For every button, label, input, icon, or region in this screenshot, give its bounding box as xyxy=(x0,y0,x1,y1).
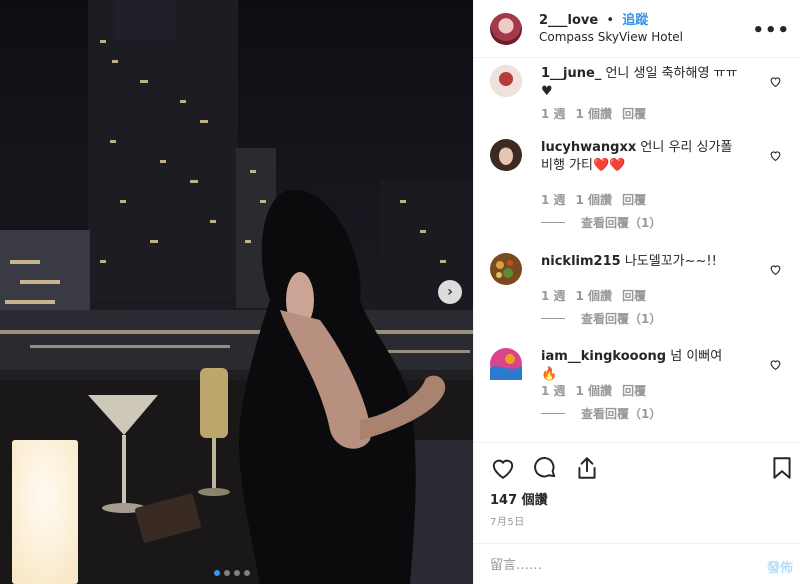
view-replies-button[interactable]: 查看回覆（1） xyxy=(541,214,661,231)
reply-button[interactable]: 回覆 xyxy=(622,105,646,122)
reply-button[interactable]: 回覆 xyxy=(622,382,646,399)
comment-meta: 1 週 1 個讚 回覆 xyxy=(541,287,646,304)
chevron-right-icon: › xyxy=(447,284,453,300)
location-link[interactable]: Compass SkyView Hotel xyxy=(539,29,683,46)
post-actions: 147 個讚 7月5日 發佈 xyxy=(474,442,800,584)
commenter-avatar[interactable] xyxy=(490,348,522,380)
view-replies-label[interactable]: 查看回覆（1） xyxy=(581,214,661,231)
author-info: 2___love • 追蹤 Compass SkyView Hotel xyxy=(539,12,683,46)
comment-likes[interactable]: 1 個讚 xyxy=(576,382,613,399)
share-upload-icon[interactable] xyxy=(574,455,600,481)
comment-text: 1__june_ 언니 생일 축하해영 ㅠㅠ♥ xyxy=(541,65,741,101)
replies-divider-line xyxy=(541,222,565,223)
comment-input[interactable] xyxy=(490,554,730,576)
separator-dot: • xyxy=(606,12,615,28)
carousel-dot xyxy=(224,570,230,576)
next-photo-button[interactable]: › xyxy=(438,280,462,304)
comments-list: 1__june_ 언니 생일 축하해영 ㅠㅠ♥ 1 週 1 個讚 回覆 lucy… xyxy=(474,59,800,442)
carousel-dot xyxy=(244,570,250,576)
comment-likes[interactable]: 1 個讚 xyxy=(576,287,613,304)
like-heart-icon[interactable] xyxy=(490,455,516,481)
comment-text: lucyhwangxx 언니 우리 싱가폴비행 가티❤️❤️ xyxy=(541,139,741,175)
comment-meta: 1 週 1 個讚 回覆 xyxy=(541,191,646,208)
commenter-username[interactable]: nicklim215 xyxy=(541,254,621,269)
comment-bubble-icon[interactable] xyxy=(532,455,558,481)
like-comment-heart-icon[interactable] xyxy=(769,358,782,371)
commenter-username[interactable]: iam__kingkooong xyxy=(541,349,666,364)
instagram-post-viewer: › 2___love • 追蹤 Compass SkyView Hotel ••… xyxy=(0,0,800,584)
author-username[interactable]: 2___love xyxy=(539,13,598,28)
more-options-icon[interactable]: ••• xyxy=(752,20,790,41)
post-date: 7月5日 xyxy=(490,517,525,528)
commenter-username[interactable]: lucyhwangxx xyxy=(541,140,636,155)
likes-count[interactable]: 147 個讚 xyxy=(490,489,548,508)
action-icons xyxy=(490,455,600,481)
carousel-dot xyxy=(234,570,240,576)
post-photo[interactable]: › xyxy=(0,0,473,584)
like-comment-heart-icon[interactable] xyxy=(769,75,782,88)
view-replies-button[interactable]: 查看回覆（1） xyxy=(541,405,661,422)
comment-time: 1 週 xyxy=(541,289,566,303)
carousel-indicator xyxy=(214,570,250,576)
commenter-avatar[interactable] xyxy=(490,253,522,285)
comment-meta: 1 週 1 個讚 回覆 xyxy=(541,382,646,399)
like-comment-heart-icon[interactable] xyxy=(769,149,782,162)
post-header: 2___love • 追蹤 Compass SkyView Hotel ••• xyxy=(474,0,800,58)
comment-likes[interactable]: 1 個讚 xyxy=(576,105,613,122)
comment-likes[interactable]: 1 個讚 xyxy=(576,191,613,208)
comment-text: iam__kingkooong 넘 이뻐여 🔥 xyxy=(541,348,741,384)
view-replies-label[interactable]: 查看回覆（1） xyxy=(581,405,661,422)
reply-button[interactable]: 回覆 xyxy=(622,191,646,208)
reply-button[interactable]: 回覆 xyxy=(622,287,646,304)
comment-time: 1 週 xyxy=(541,384,566,398)
follow-button[interactable]: 追蹤 xyxy=(622,13,648,28)
comment-time: 1 週 xyxy=(541,107,566,121)
commenter-username[interactable]: 1__june_ xyxy=(541,66,601,81)
comment-time: 1 週 xyxy=(541,193,566,207)
view-replies-button[interactable]: 查看回覆（1） xyxy=(541,310,661,327)
replies-divider-line xyxy=(541,318,565,319)
post-comment-button[interactable]: 發佈 xyxy=(767,557,793,576)
add-comment-bar: 發佈 xyxy=(474,543,800,584)
comment-meta: 1 週 1 個讚 回覆 xyxy=(541,105,646,122)
commenter-avatar[interactable] xyxy=(490,65,522,97)
like-comment-heart-icon[interactable] xyxy=(769,263,782,276)
comment-text: nicklim215 나도델꼬가~~!! xyxy=(541,253,741,271)
carousel-dot xyxy=(214,570,220,576)
replies-divider-line xyxy=(541,413,565,414)
view-replies-label[interactable]: 查看回覆（1） xyxy=(581,310,661,327)
bookmark-save-icon[interactable] xyxy=(769,455,795,481)
commenter-avatar[interactable] xyxy=(490,139,522,171)
photo-illustration xyxy=(0,0,473,584)
post-side-panel: 2___love • 追蹤 Compass SkyView Hotel ••• … xyxy=(473,0,800,584)
author-avatar[interactable] xyxy=(490,12,522,45)
comment-content: 나도델꼬가~~!! xyxy=(624,254,717,269)
